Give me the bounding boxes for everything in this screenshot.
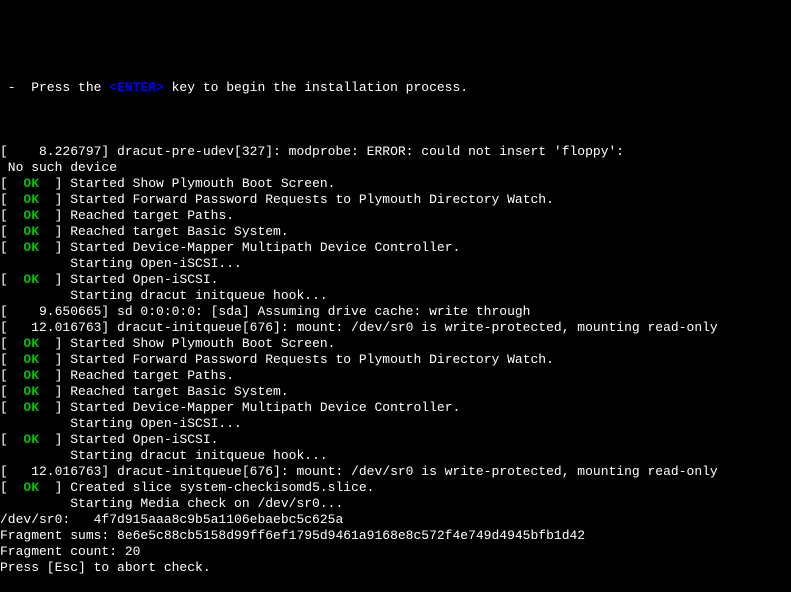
ok-label: OK xyxy=(23,368,39,383)
status-message: ] Started Forward Password Requests to P… xyxy=(55,352,554,367)
bracket-open: [ xyxy=(0,368,23,383)
ok-label: OK xyxy=(23,272,39,287)
bracket-gap xyxy=(39,272,55,287)
status-ok-line: [ OK ] Reached target Basic System. xyxy=(0,224,791,240)
status-ok-line: [ OK ] Started Device-Mapper Multipath D… xyxy=(0,240,791,256)
status-ok-line: [ OK ] Started Forward Password Requests… xyxy=(0,352,791,368)
status-message: ] Started Show Plymouth Boot Screen. xyxy=(55,336,336,351)
bracket-gap xyxy=(39,192,55,207)
ok-label: OK xyxy=(23,208,39,223)
status-message: ] Reached target Basic System. xyxy=(55,384,289,399)
bracket-gap xyxy=(39,368,55,383)
status-message: ] Created slice system-checkisomd5.slice… xyxy=(55,480,375,495)
status-ok-line: [ OK ] Reached target Basic System. xyxy=(0,384,791,400)
console-line: Fragment sums: 8e6e5c88cb5158d99ff6ef179… xyxy=(0,528,791,544)
header-suffix: key to begin the installation process. xyxy=(164,80,468,95)
bracket-open: [ xyxy=(0,480,23,495)
status-message: ] Reached target Basic System. xyxy=(55,224,289,239)
bracket-gap xyxy=(39,384,55,399)
console-line: [ 12.016763] dracut-initqueue[676]: moun… xyxy=(0,320,791,336)
console-line: /dev/sr0: 4f7d915aaa8c9b5a1106ebaebc5c62… xyxy=(0,512,791,528)
console-line: No such device xyxy=(0,160,791,176)
bracket-open: [ xyxy=(0,432,23,447)
status-ok-line: [ OK ] Started Forward Password Requests… xyxy=(0,192,791,208)
console-line: Starting Open-iSCSI... xyxy=(0,416,791,432)
bracket-gap xyxy=(39,432,55,447)
status-ok-line: [ OK ] Reached target Paths. xyxy=(0,208,791,224)
bracket-open: [ xyxy=(0,352,23,367)
console-line: Starting Open-iSCSI... xyxy=(0,256,791,272)
bracket-open: [ xyxy=(0,208,23,223)
console-line: Starting Media check on /dev/sr0... xyxy=(0,496,791,512)
status-ok-line: [ OK ] Started Show Plymouth Boot Screen… xyxy=(0,336,791,352)
ok-label: OK xyxy=(23,480,39,495)
console-line: Press [Esc] to abort check. xyxy=(0,560,791,576)
bracket-open: [ xyxy=(0,384,23,399)
bracket-gap xyxy=(39,480,55,495)
status-message: ] Reached target Paths. xyxy=(55,208,234,223)
status-ok-line: [ OK ] Reached target Paths. xyxy=(0,368,791,384)
ok-label: OK xyxy=(23,224,39,239)
status-ok-line: [ OK ] Started Open-iSCSI. xyxy=(0,432,791,448)
ok-label: OK xyxy=(23,432,39,447)
status-message: ] Started Forward Password Requests to P… xyxy=(55,192,554,207)
bracket-open: [ xyxy=(0,272,23,287)
bracket-open: [ xyxy=(0,176,23,191)
status-message: ] Reached target Paths. xyxy=(55,368,234,383)
status-ok-line: [ OK ] Created slice system-checkisomd5.… xyxy=(0,480,791,496)
status-ok-line: [ OK ] Started Show Plymouth Boot Screen… xyxy=(0,176,791,192)
console-line: [ 8.226797] dracut-pre-udev[327]: modpro… xyxy=(0,144,791,160)
console-line: [ 12.016763] dracut-initqueue[676]: moun… xyxy=(0,464,791,480)
status-message: ] Started Open-iSCSI. xyxy=(55,432,219,447)
ok-label: OK xyxy=(23,176,39,191)
status-ok-line: [ OK ] Started Open-iSCSI. xyxy=(0,272,791,288)
ok-label: OK xyxy=(23,352,39,367)
console-line: Starting dracut initqueue hook... xyxy=(0,288,791,304)
ok-label: OK xyxy=(23,384,39,399)
ok-label: OK xyxy=(23,336,39,351)
status-message: ] Started Show Plymouth Boot Screen. xyxy=(55,176,336,191)
bracket-open: [ xyxy=(0,240,23,255)
blank-line xyxy=(0,32,791,48)
console-line: [ 9.650665] sd 0:0:0:0: [sda] Assuming d… xyxy=(0,304,791,320)
bracket-gap xyxy=(39,208,55,223)
blank-line xyxy=(0,128,791,144)
status-message: ] Started Device-Mapper Multipath Device… xyxy=(55,240,461,255)
enter-key-label: <ENTER> xyxy=(109,80,164,95)
status-message: ] Started Device-Mapper Multipath Device… xyxy=(55,400,461,415)
bracket-gap xyxy=(39,400,55,415)
console-line: Starting dracut initqueue hook... xyxy=(0,448,791,464)
status-message: ] Started Open-iSCSI. xyxy=(55,272,219,287)
header-line: - Press the <ENTER> key to begin the ins… xyxy=(0,80,791,96)
console-lines: [ 8.226797] dracut-pre-udev[327]: modpro… xyxy=(0,128,791,576)
bracket-gap xyxy=(39,224,55,239)
boot-console: - Press the <ENTER> key to begin the ins… xyxy=(0,0,791,592)
bracket-open: [ xyxy=(0,336,23,351)
console-line: Fragment count: 20 xyxy=(0,544,791,560)
ok-label: OK xyxy=(23,192,39,207)
bracket-open: [ xyxy=(0,192,23,207)
header-prefix: - Press the xyxy=(0,80,109,95)
bracket-open: [ xyxy=(0,400,23,415)
bracket-gap xyxy=(39,176,55,191)
ok-label: OK xyxy=(23,400,39,415)
bracket-gap xyxy=(39,240,55,255)
bracket-open: [ xyxy=(0,224,23,239)
bracket-gap xyxy=(39,352,55,367)
ok-label: OK xyxy=(23,240,39,255)
status-ok-line: [ OK ] Started Device-Mapper Multipath D… xyxy=(0,400,791,416)
bracket-gap xyxy=(39,336,55,351)
